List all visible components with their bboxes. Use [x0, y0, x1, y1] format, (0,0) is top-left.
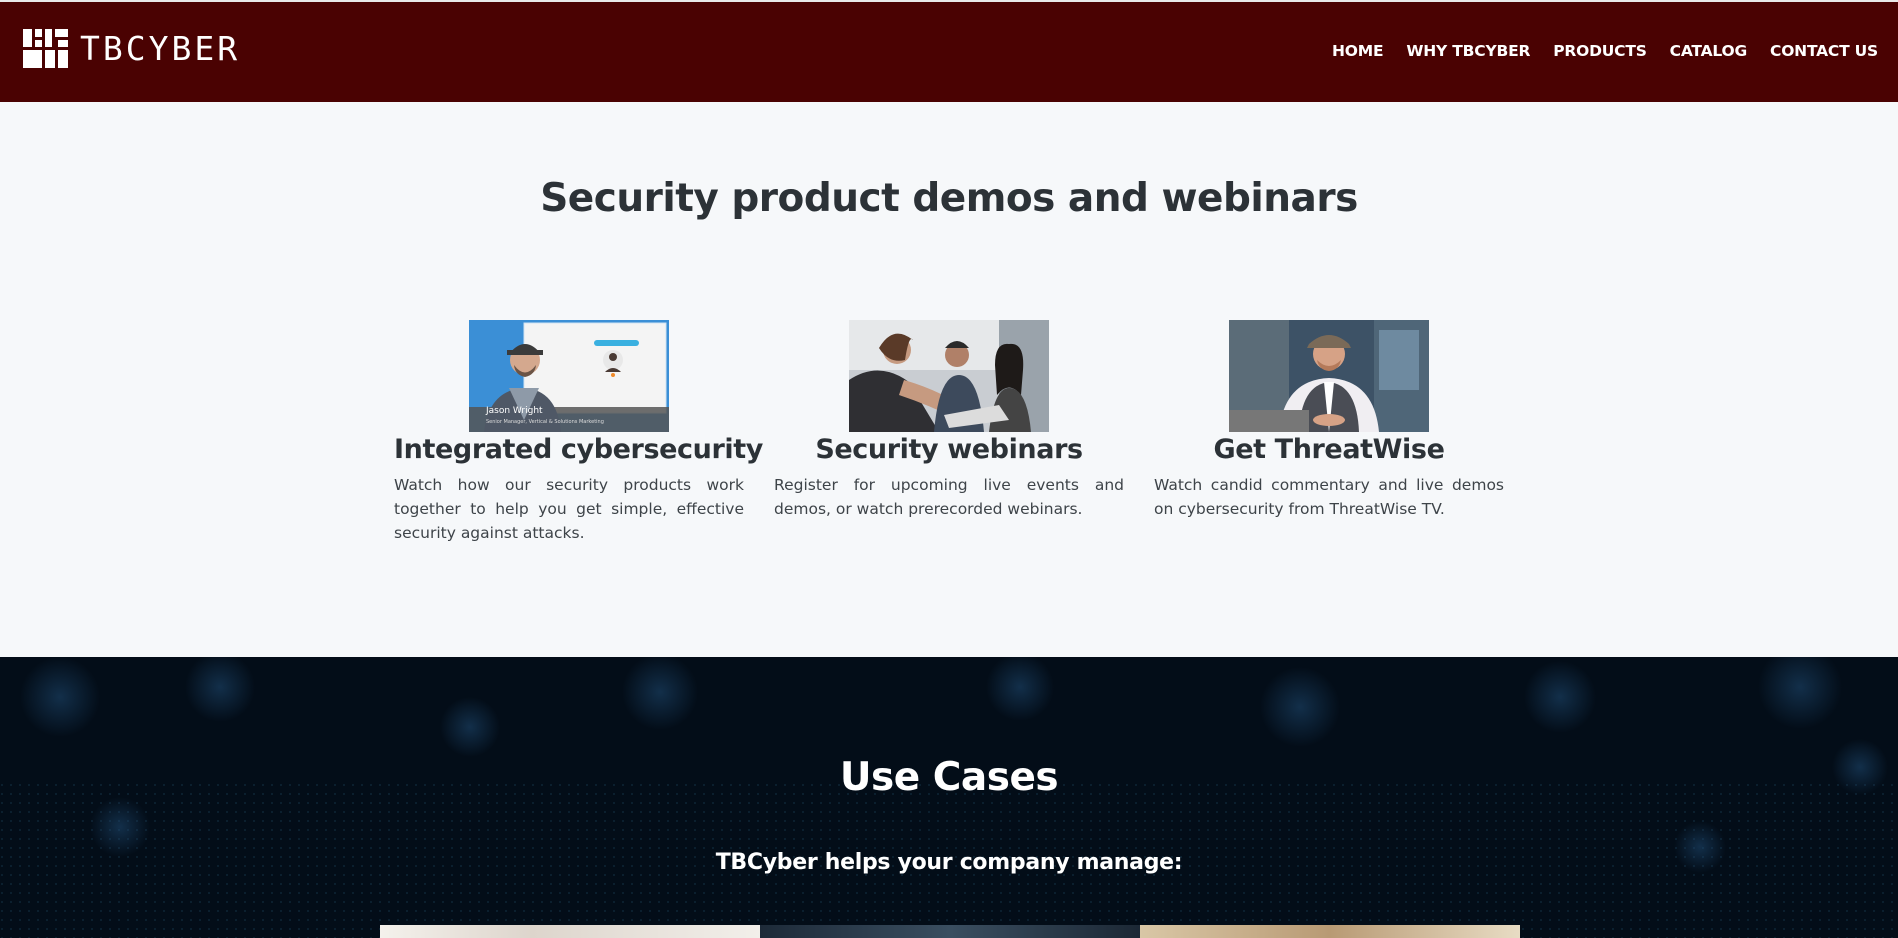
- demo-card-webinars: Security webinars Register for upcoming …: [774, 320, 1124, 521]
- site-header: TBCYBER HOME WHY TBCYBER PRODUCTS CATALO…: [0, 0, 1898, 102]
- demo-card-integrated: Jason Wright Senior Manager, Vertical & …: [394, 320, 763, 545]
- card-title[interactable]: Integrated cybersecurity: [394, 434, 763, 465]
- tbcyber-logo-icon: [23, 29, 68, 68]
- use-cases-title: Use Cases: [839, 755, 1059, 800]
- brand-name: TBCYBER: [80, 28, 241, 68]
- card-title[interactable]: Security webinars: [774, 434, 1124, 465]
- brand-logo[interactable]: TBCYBER: [23, 29, 240, 68]
- card-description: Watch candid commentary and live demos o…: [1154, 476, 1504, 518]
- card-description: Register for upcoming live events and de…: [774, 476, 1124, 518]
- use-cases-section: Use Cases TBCyber helps your company man…: [0, 657, 1898, 938]
- webinars-photo[interactable]: [849, 320, 1049, 432]
- photo-people-at-laptop-icon: [849, 320, 1049, 432]
- nav-contact-us[interactable]: CONTACT US: [1770, 42, 1878, 60]
- demos-section: Security product demos and webinars Jaso…: [0, 102, 1898, 657]
- presenter-role: Senior Manager, Vertical & Solutions Mar…: [486, 419, 604, 425]
- use-case-cards-row: [380, 925, 1520, 938]
- integrated-video-thumbnail[interactable]: Jason Wright Senior Manager, Vertical & …: [469, 320, 669, 432]
- nav-home[interactable]: HOME: [1332, 42, 1384, 60]
- use-case-card[interactable]: [760, 925, 1140, 938]
- nav-products[interactable]: PRODUCTS: [1553, 42, 1647, 60]
- main-nav: HOME WHY TBCYBER PRODUCTS CATALOG CONTAC…: [1309, 42, 1878, 60]
- presenter-name: Jason Wright: [486, 406, 543, 416]
- demos-title: Security product demos and webinars: [540, 176, 1358, 221]
- use-case-card[interactable]: [380, 925, 760, 938]
- use-case-card[interactable]: [1140, 925, 1520, 938]
- photo-host-at-desk-icon: [1229, 320, 1429, 432]
- nav-catalog[interactable]: CATALOG: [1670, 42, 1748, 60]
- threatwise-photo[interactable]: [1229, 320, 1429, 432]
- card-description: Watch how our security products work tog…: [394, 476, 744, 542]
- card-title[interactable]: Get ThreatWise: [1154, 434, 1504, 465]
- demo-card-threatwise: Get ThreatWise Watch candid commentary a…: [1154, 320, 1504, 521]
- use-cases-subtitle: TBCyber helps your company manage:: [715, 850, 1183, 875]
- nav-why-tbcyber[interactable]: WHY TBCYBER: [1406, 42, 1530, 60]
